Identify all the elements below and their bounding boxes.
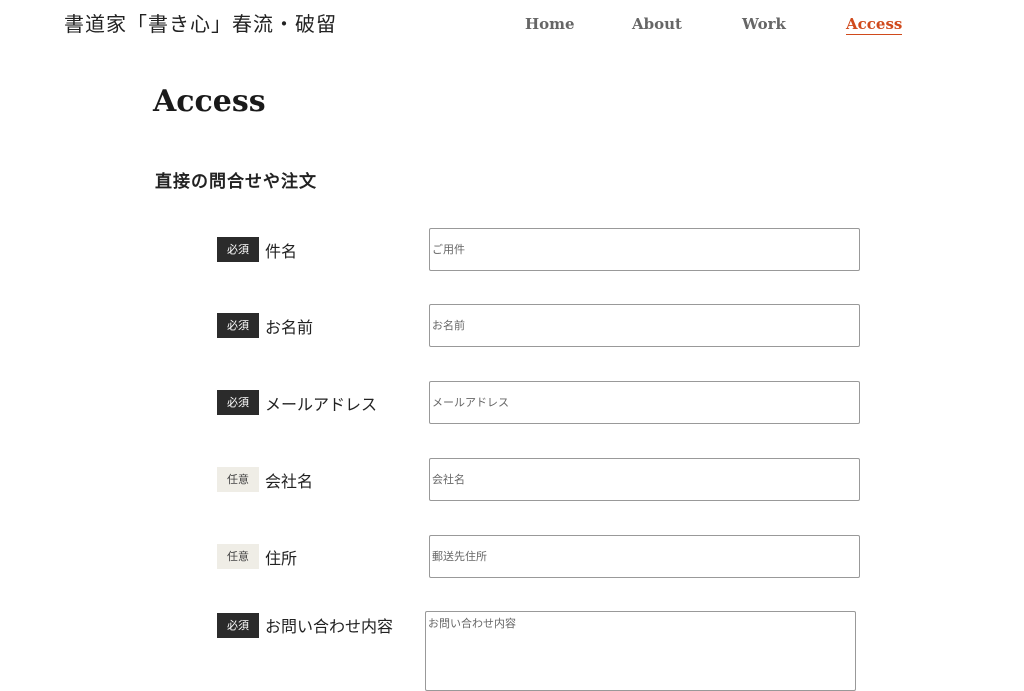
main-nav: Home About Work Access bbox=[0, 0, 1024, 50]
email-label: メールアドレス bbox=[265, 395, 378, 414]
required-badge: 必須 bbox=[217, 313, 259, 338]
inquiry-textarea[interactable] bbox=[425, 611, 856, 691]
required-badge: 必須 bbox=[217, 390, 259, 415]
email-input[interactable] bbox=[429, 381, 860, 424]
optional-badge: 任意 bbox=[217, 544, 259, 569]
nav-about-link[interactable]: About bbox=[632, 15, 682, 33]
company-label: 会社名 bbox=[265, 472, 314, 491]
subject-input[interactable] bbox=[429, 228, 860, 271]
required-badge: 必須 bbox=[217, 237, 259, 262]
company-input[interactable] bbox=[429, 458, 860, 501]
section-heading: 直接の問合せや注文 bbox=[155, 172, 317, 192]
nav-work-link[interactable]: Work bbox=[742, 15, 786, 33]
required-badge: 必須 bbox=[217, 613, 259, 638]
page-title: Access bbox=[153, 84, 266, 119]
inquiry-label: お問い合わせ内容 bbox=[265, 617, 394, 636]
address-label: 住所 bbox=[265, 549, 298, 568]
subject-label: 件名 bbox=[265, 242, 298, 261]
nav-home-link[interactable]: Home bbox=[525, 15, 575, 33]
site-header: 書道家「書き心」春流・破留 Home About Work Access bbox=[0, 0, 1024, 50]
name-input[interactable] bbox=[429, 304, 860, 347]
address-input[interactable] bbox=[429, 535, 860, 578]
name-label: お名前 bbox=[265, 318, 314, 337]
nav-access-link[interactable]: Access bbox=[846, 15, 903, 35]
optional-badge: 任意 bbox=[217, 467, 259, 492]
